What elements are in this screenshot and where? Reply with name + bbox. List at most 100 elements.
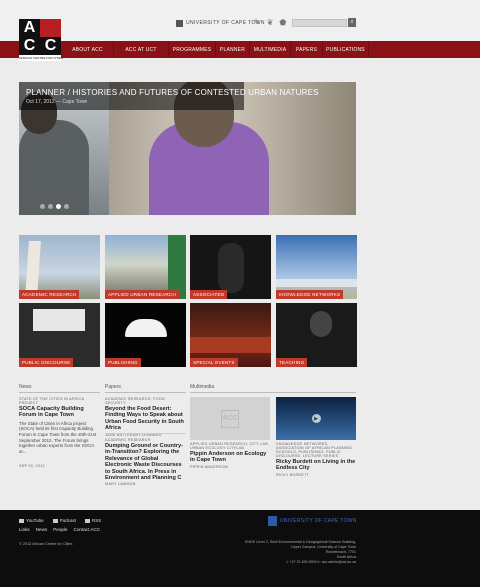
logo-subtitle: AFRICAN CENTRE FOR CITIES [19,56,64,60]
search-button[interactable]: ⌕ [348,18,356,27]
news-date: SEP 20, 2012 [19,464,45,469]
footer-copyright: © 2012 African Centre for Cities [19,542,73,546]
rss-icon [84,518,90,523]
tile-associated[interactable]: ASSOCIATED [190,235,271,299]
podcast-link[interactable]: Podcast [52,518,76,523]
main-nav: ABOUT ACC ACC AT UCT PROGRAMMES PLANNER … [62,41,369,58]
tile-image-seats [190,337,271,353]
footer-link-people[interactable]: People [53,527,67,532]
footer-uct-label: UNIVERSITY OF CAPE TOWN [280,518,357,524]
news-category[interactable]: STATE OF THE CITIES IN AFRICA PROJECT [19,397,100,405]
tile-teaching[interactable]: TEACHING [276,303,357,367]
tile-applied-urban-research[interactable]: APPLIED URBAN RESEARCH [105,235,186,299]
tile-label: PUBLIC DISCOURSE [19,358,74,367]
news-heading: News [19,384,100,393]
nav-programmes[interactable]: PROGRAMMES [169,41,216,58]
multimedia-category[interactable]: KNOWLEDGE NETWORKS, ASSOCIATION OF AFRIC… [276,442,356,458]
uct-top-link[interactable]: UNIVERSITY OF CAPE TOWN [176,19,265,27]
footer: YouTube Podcast RSS Links News People Co… [0,510,480,587]
uct-crest-icon [268,516,277,526]
rss-label: RSS [91,518,102,523]
footer-link-news[interactable]: News [36,527,48,532]
logo-letter-c1: C [19,37,40,55]
tile-knowledge-networks[interactable]: KNOWLEDGE NETWORKS [276,235,357,299]
tile-academic-research[interactable]: ACADEMIC RESEARCH [19,235,100,299]
tile-image-portrait [218,243,244,293]
tile-label: PUBLISHING [105,358,141,367]
footer-uct-logo[interactable]: UNIVERSITY OF CAPE TOWN [268,516,357,526]
nav-about-acc[interactable]: ABOUT ACC [62,41,114,58]
multimedia-author: RICKY BURDETT [276,472,310,477]
address-line[interactable]: t: +27 21 650 5903 e: acc.admin@uct.ac.z… [230,560,356,565]
footer-social: YouTube Podcast RSS [19,518,101,523]
slide-dot[interactable] [64,204,69,209]
tile-public-discourse[interactable]: PUBLIC DISCOURSE [19,303,100,367]
multimedia-title[interactable]: Pippin Anderson on Ecology in Cape Town [190,451,272,464]
multimedia-item: KNOWLEDGE NETWORKS, ASSOCIATION OF AFRIC… [276,442,356,477]
tile-label: KNOWLEDGE NETWORKS [276,290,344,299]
multimedia-thumb-video[interactable]: ▶ [276,397,356,440]
nav-planner[interactable]: PLANNER [216,41,250,58]
papers-heading: Papers [105,384,186,393]
tile-image-bridge [276,279,357,287]
logo-letter-c2: C [40,37,61,55]
search-icon: ⌕ [350,19,354,25]
rss-link[interactable]: RSS [84,518,102,523]
slide-dot[interactable] [48,204,53,209]
leaf-icon[interactable]: ❦ [267,18,274,27]
tile-publishing[interactable]: PUBLISHING [105,303,186,367]
tile-label: ASSOCIATED [190,290,228,299]
multimedia-category[interactable]: APPLIED URBAN RESEARCH, CITY LAB, URBAN … [190,442,272,450]
tile-label: SPECIAL EVENTS [190,358,238,367]
paper-title[interactable]: Beyond the Food Desert: Finding Ways to … [105,406,186,432]
podcast-icon [52,518,58,523]
logo-letter-a: A [19,19,40,37]
partner-icons: ✎ ❦ ⬟ [254,18,286,27]
multimedia-thumb-placeholder[interactable]: ACC [190,397,270,440]
paper-item: ACADEMIC RESEARCH, FOOD SECURITY Beyond … [105,397,186,437]
paper-category[interactable]: ACADEMIC RESEARCH, FOOD SECURITY [105,397,186,405]
multimedia-heading: Multimedia [190,384,356,393]
uct-crest-icon [176,19,183,27]
tile-label: TEACHING [276,358,308,367]
slide-dot[interactable] [56,204,61,209]
multimedia-title[interactable]: Ricky Burdett on Living in the Endless C… [276,459,356,472]
podcast-label: Podcast [59,518,76,523]
footer-link-links[interactable]: Links [19,527,30,532]
youtube-icon [19,518,24,523]
hero-person-left [19,120,89,215]
logo-red-block [40,19,61,37]
hero-slideshow[interactable]: PLANNER / HISTORIES AND FUTURES OF CONTE… [19,82,356,215]
footer-links: Links News People Contact ACC [19,527,100,532]
multimedia-item: APPLIED URBAN RESEARCH, CITY LAB, URBAN … [190,442,272,469]
youtube-label: YouTube [26,518,44,523]
footer-link-contact[interactable]: Contact ACC [74,527,101,532]
ucl-icon[interactable]: ✎ [254,18,261,27]
multimedia-author: PIPPIN ANDERSON [190,464,228,469]
nav-multimedia[interactable]: MULTIMEDIA [250,41,291,58]
acc-placeholder-icon: ACC [221,409,239,428]
acc-logo[interactable]: A C C AFRICAN CENTRE FOR CITIES [19,19,64,61]
slide-dot[interactable] [40,204,45,209]
play-icon[interactable]: ▶ [311,414,321,423]
paper-item: ACADEMIC RESEARCH Dumping Ground or Coun… [105,433,186,486]
youtube-link[interactable]: YouTube [19,518,44,523]
tile-label: ACADEMIC RESEARCH [19,290,80,299]
nav-publications[interactable]: PUBLICATIONS [323,41,369,58]
search-input[interactable] [292,19,347,27]
hero-title[interactable]: PLANNER / HISTORIES AND FUTURES OF CONTE… [26,88,319,97]
tile-image-tower [25,241,41,297]
tile-image-screen [33,309,85,331]
paper-category[interactable]: ACADEMIC RESEARCH [105,438,186,442]
slide-dots [40,204,69,209]
tile-image-speaker [310,311,332,337]
paper-author: MARY LAWHON [105,482,136,487]
nav-acc-at-uct[interactable]: ACC AT UCT [114,41,169,58]
news-item: STATE OF THE CITIES IN AFRICA PROJECT SO… [19,397,100,468]
tile-special-events[interactable]: SPECIAL EVENTS [190,303,271,367]
nav-papers[interactable]: PAPERS [291,41,323,58]
news-title[interactable]: SOCA Capacity Building Forum in Cape Tow… [19,406,100,419]
africa-icon[interactable]: ⬟ [279,18,286,27]
footer-address: ENGE Level 2, Shell Environmental & Geog… [230,540,356,565]
paper-title[interactable]: Dumping Ground or Country-in-Transition?… [105,443,186,481]
